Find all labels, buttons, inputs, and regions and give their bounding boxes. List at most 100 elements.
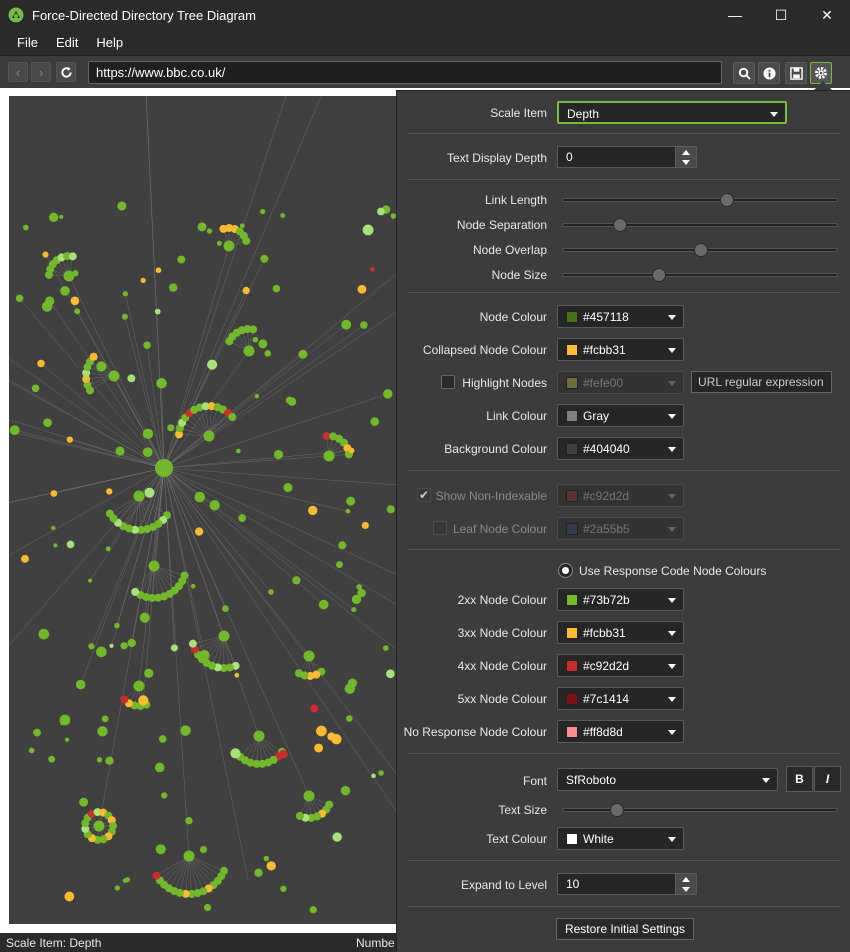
close-button[interactable]: ✕ (804, 0, 850, 30)
expand-to-level-input[interactable]: 10 (557, 873, 677, 895)
graph-node[interactable] (338, 541, 347, 550)
graph-node[interactable] (144, 668, 154, 678)
graph-node[interactable] (266, 861, 276, 871)
tree-diagram-canvas[interactable] (9, 96, 399, 924)
graph-node[interactable] (143, 341, 151, 349)
graph-node[interactable] (197, 222, 207, 232)
graph-node[interactable] (42, 251, 49, 258)
expand-to-level-stepper[interactable] (675, 873, 697, 895)
search-button[interactable] (733, 62, 755, 84)
graph-node[interactable] (272, 284, 281, 293)
graph-node[interactable] (161, 792, 168, 799)
graph-node[interactable] (49, 212, 59, 222)
node-overlap-slider[interactable] (562, 243, 838, 257)
graph-node[interactable] (194, 527, 204, 536)
graph-node[interactable] (351, 607, 357, 613)
font-select[interactable]: SfRoboto (557, 768, 778, 791)
graph-node[interactable] (152, 871, 161, 880)
graph-node[interactable] (234, 672, 240, 678)
graph-node[interactable] (155, 844, 166, 855)
text-colour-select[interactable]: White (557, 827, 684, 850)
graph-node[interactable] (15, 294, 24, 303)
text-display-depth-stepper[interactable] (675, 146, 697, 168)
graph-node[interactable] (59, 214, 64, 219)
graph-node[interactable] (218, 630, 230, 642)
graph-node[interactable] (357, 284, 367, 294)
graph-node[interactable] (206, 228, 213, 234)
graph-node[interactable] (263, 855, 270, 862)
graph-node[interactable] (268, 589, 274, 595)
graph-node[interactable] (303, 790, 315, 802)
graph-node[interactable] (177, 255, 186, 264)
graph-node[interactable] (346, 715, 353, 722)
leaf-node-colour-select[interactable]: #2a55b5 (557, 517, 684, 540)
graph-node[interactable] (148, 560, 160, 572)
graph-node[interactable] (156, 378, 167, 389)
graph-node[interactable] (96, 757, 103, 763)
menu-edit[interactable]: Edit (47, 35, 87, 50)
graph-node[interactable] (295, 812, 304, 821)
text-size-slider[interactable] (562, 803, 838, 817)
graph-node[interactable] (70, 296, 80, 306)
graph-node[interactable] (203, 903, 212, 912)
graph-node[interactable] (371, 773, 376, 779)
graph-node[interactable] (108, 821, 117, 830)
graph-node[interactable] (345, 508, 351, 514)
scale-item-select[interactable]: Depth (557, 101, 787, 124)
graph-node[interactable] (88, 643, 95, 650)
graph-node[interactable] (264, 350, 271, 357)
graph-node[interactable] (75, 679, 86, 690)
graph-node[interactable] (154, 762, 165, 773)
graph-node[interactable] (199, 649, 210, 661)
graph-node[interactable] (114, 622, 120, 629)
graph-node[interactable] (170, 644, 178, 652)
slider-handle[interactable] (652, 268, 667, 282)
graph-node[interactable] (239, 223, 245, 229)
graph-node[interactable] (155, 459, 173, 477)
graph-node[interactable] (50, 525, 56, 531)
node-size-slider[interactable] (562, 268, 838, 282)
graph-node[interactable] (340, 785, 351, 796)
2xx-colour-select[interactable]: #73b72b (557, 588, 684, 611)
graph-node[interactable] (356, 584, 363, 590)
graph-node[interactable] (386, 669, 395, 679)
graph-node[interactable] (114, 885, 120, 891)
graph-node[interactable] (194, 491, 206, 503)
info-button[interactable] (758, 62, 780, 84)
graph-node[interactable] (308, 505, 318, 516)
graph-node[interactable] (122, 878, 128, 883)
no-response-colour-select[interactable]: #ff8d8d (557, 720, 684, 743)
graph-node[interactable] (139, 612, 150, 623)
force-directed-graph[interactable] (9, 96, 399, 924)
graph-node[interactable] (33, 728, 41, 737)
graph-node[interactable] (185, 816, 193, 825)
url-regex-input[interactable]: URL regular expression (691, 371, 832, 393)
graph-node[interactable] (66, 540, 75, 549)
graph-node[interactable] (64, 891, 75, 902)
non-indexable-colour-select[interactable]: #c92d2d (557, 484, 684, 507)
graph-node[interactable] (169, 283, 178, 292)
graph-node[interactable] (377, 207, 385, 216)
graph-node[interactable] (158, 735, 167, 743)
graph-node[interactable] (280, 213, 286, 218)
background-colour-select[interactable]: #404040 (557, 437, 684, 460)
maximize-button[interactable]: ☐ (758, 0, 804, 30)
graph-node[interactable] (327, 732, 336, 741)
graph-node[interactable] (105, 509, 114, 518)
graph-node[interactable] (383, 389, 393, 399)
graph-node[interactable] (386, 505, 395, 514)
graph-node[interactable] (65, 737, 70, 742)
graph-node[interactable] (180, 725, 191, 736)
graph-node[interactable] (242, 236, 251, 245)
graph-node[interactable] (223, 240, 235, 252)
graph-node[interactable] (310, 704, 319, 713)
graph-node[interactable] (96, 646, 107, 658)
graph-node[interactable] (351, 594, 362, 605)
graph-node[interactable] (292, 576, 301, 585)
4xx-colour-select[interactable]: #c92d2d (557, 654, 684, 677)
graph-node[interactable] (140, 277, 146, 284)
forward-button[interactable]: › (31, 62, 51, 82)
text-display-depth-input[interactable]: 0 (557, 146, 677, 168)
graph-node[interactable] (249, 325, 258, 334)
graph-node[interactable] (254, 393, 260, 399)
